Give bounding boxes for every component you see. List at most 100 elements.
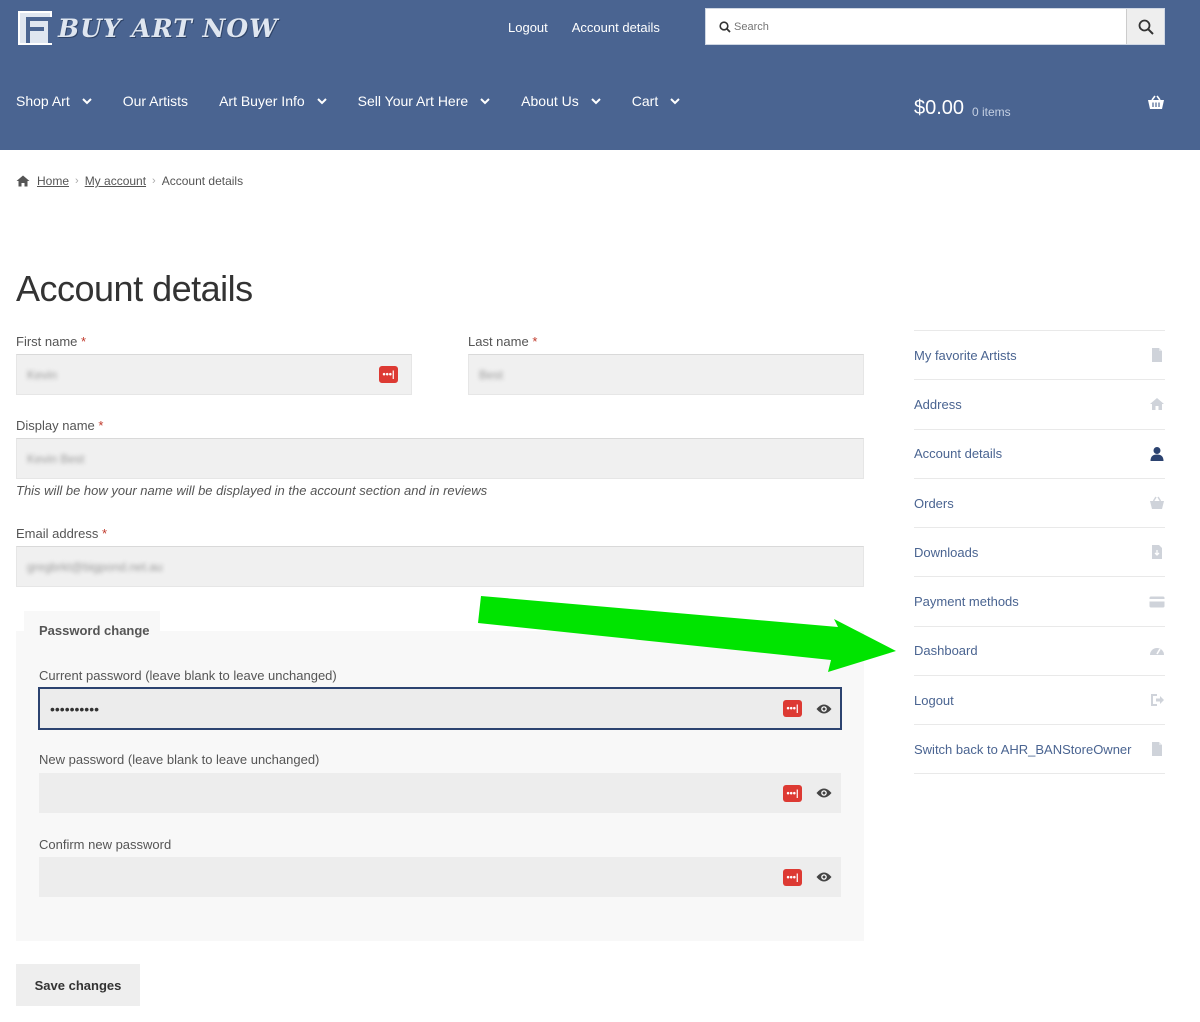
last-name-value: Best [479, 367, 504, 382]
first-name-field[interactable]: Kevin •••| [16, 354, 412, 395]
sidebar-item-orders[interactable]: Orders [914, 477, 1165, 527]
breadcrumb: Home › My account › Account details [16, 174, 243, 188]
search-icon [719, 21, 731, 33]
email-value: gregbrkt@bigpond.net.au [27, 559, 163, 574]
password-manager-icon[interactable]: •••| [379, 366, 398, 383]
chevron-down-icon [670, 97, 680, 104]
display-name-hint: This will be how your name will be displ… [16, 483, 488, 498]
new-password-input[interactable] [39, 773, 841, 813]
site-logo[interactable]: BUY ART NOW [18, 10, 278, 46]
top-link-logout[interactable]: Logout [508, 20, 548, 35]
last-name-field[interactable]: Best [468, 354, 864, 395]
chevron-down-icon [316, 97, 327, 104]
cart-item-count[interactable]: 0 items [972, 105, 1011, 119]
nav-item-cart[interactable]: Cart [632, 93, 680, 109]
eye-icon[interactable] [816, 871, 832, 883]
required-mark: * [532, 334, 538, 349]
label-text: Last name [468, 334, 529, 349]
nav-item-art-buyer-info[interactable]: Art Buyer Info [219, 93, 327, 109]
sidebar-item-address[interactable]: Address [914, 379, 1165, 428]
first-name-value: Kevin [27, 367, 58, 382]
breadcrumb-home[interactable]: Home [37, 174, 69, 188]
home-icon [16, 175, 30, 187]
email-label: Email address * [16, 526, 107, 541]
sidebar-item-dashboard[interactable]: Dashboard [914, 625, 1165, 675]
nav-item-shop-art[interactable]: Shop Art [16, 93, 92, 109]
new-password-label: New password (leave blank to leave uncha… [39, 752, 320, 767]
label-text: First name [16, 334, 78, 349]
required-mark: * [98, 418, 104, 433]
document-icon [1152, 348, 1162, 363]
display-name-field[interactable]: Kevin Best [16, 438, 864, 479]
cart-total[interactable]: $0.00 [914, 97, 964, 120]
sidebar-item-label: Dashboard [914, 643, 978, 659]
password-manager-icon[interactable]: •••| [783, 869, 802, 886]
breadcrumb-current: Account details [161, 174, 244, 188]
file-download-icon [1152, 545, 1162, 560]
site-brand: BUY ART NOW [58, 13, 279, 43]
chevron-down-icon [81, 97, 92, 104]
sidebar-item-label: Logout [914, 692, 954, 708]
sidebar-item-downloads[interactable]: Downloads [914, 527, 1165, 576]
sidebar-item-account-details[interactable]: Account details [914, 428, 1165, 478]
chevron-down-icon [591, 97, 601, 104]
main-nav: Shop Art Our Artists Art Buyer Info Sell… [16, 93, 711, 109]
sidebar-item-logout[interactable]: Logout [914, 675, 1165, 724]
password-change-legend: Password change [39, 623, 150, 638]
basket-icon[interactable] [1147, 95, 1165, 110]
confirm-password-label: Confirm new password [39, 837, 172, 852]
display-name-value: Kevin Best [27, 451, 85, 466]
gauge-icon [1150, 647, 1164, 655]
basket-icon [1150, 496, 1164, 510]
search-box [705, 8, 1165, 45]
confirm-password-input[interactable] [39, 857, 841, 897]
nav-item-sell-your-art[interactable]: Sell Your Art Here [358, 93, 491, 109]
top-links: Logout Account details [508, 20, 660, 35]
nav-label: Sell Your Art Here [357, 93, 469, 109]
label-text: Email address [16, 526, 99, 541]
password-manager-icon[interactable]: •••| [783, 700, 802, 717]
sidebar-item-label: Downloads [914, 544, 979, 560]
user-icon [1150, 446, 1164, 461]
search-input[interactable] [734, 9, 1126, 44]
eye-icon[interactable] [816, 703, 832, 715]
sidebar-item-label: Payment methods [914, 594, 1019, 610]
home-icon [1150, 398, 1164, 411]
sign-out-icon [1151, 694, 1164, 707]
current-password-label: Current password (leave blank to leave u… [39, 668, 337, 683]
nav-label: Art Buyer Info [219, 93, 305, 109]
account-navigation: My favorite Artists Address Account deta… [914, 330, 1165, 774]
save-changes-button[interactable]: Save changes [16, 964, 140, 1006]
nav-label: Shop Art [16, 93, 70, 109]
nav-item-about-us[interactable]: About Us [521, 93, 601, 109]
site-header: BUY ART NOW Logout Account details Shop … [0, 0, 1200, 150]
email-field[interactable]: gregbrkt@bigpond.net.au [16, 546, 864, 587]
nav-label: Cart [631, 93, 659, 109]
label-text: Display name [16, 418, 95, 433]
eye-icon[interactable] [816, 787, 832, 799]
page-title: Account details [16, 268, 253, 309]
required-mark: * [102, 526, 108, 541]
sidebar-item-payment-methods[interactable]: Payment methods [914, 576, 1165, 625]
nav-item-our-artists[interactable]: Our Artists [123, 93, 188, 109]
first-name-label: First name * [16, 334, 86, 349]
breadcrumb-my-account[interactable]: My account [85, 174, 146, 188]
breadcrumb-separator: › [152, 175, 156, 187]
current-password-input[interactable] [38, 687, 842, 730]
required-mark: * [81, 334, 87, 349]
credit-card-icon [1149, 596, 1165, 608]
breadcrumb-separator: › [75, 175, 79, 187]
sidebar-item-label: Orders [914, 495, 954, 511]
sidebar-item-label: Account details [914, 446, 1003, 462]
search-icon [1138, 19, 1154, 35]
sidebar-item-switch-back[interactable]: Switch back to AHR_BANStoreOwner [914, 724, 1165, 774]
top-link-account-details[interactable]: Account details [572, 20, 660, 35]
sidebar-item-label: Switch back to AHR_BANStoreOwner [914, 741, 1132, 757]
password-manager-icon[interactable]: •••| [783, 785, 802, 802]
logo-mark-icon [18, 11, 52, 45]
last-name-label: Last name * [468, 334, 537, 349]
sidebar-item-favorite-artists[interactable]: My favorite Artists [914, 330, 1165, 379]
display-name-label: Display name * [16, 418, 103, 433]
search-button[interactable] [1126, 9, 1164, 44]
chevron-down-icon [480, 97, 490, 104]
